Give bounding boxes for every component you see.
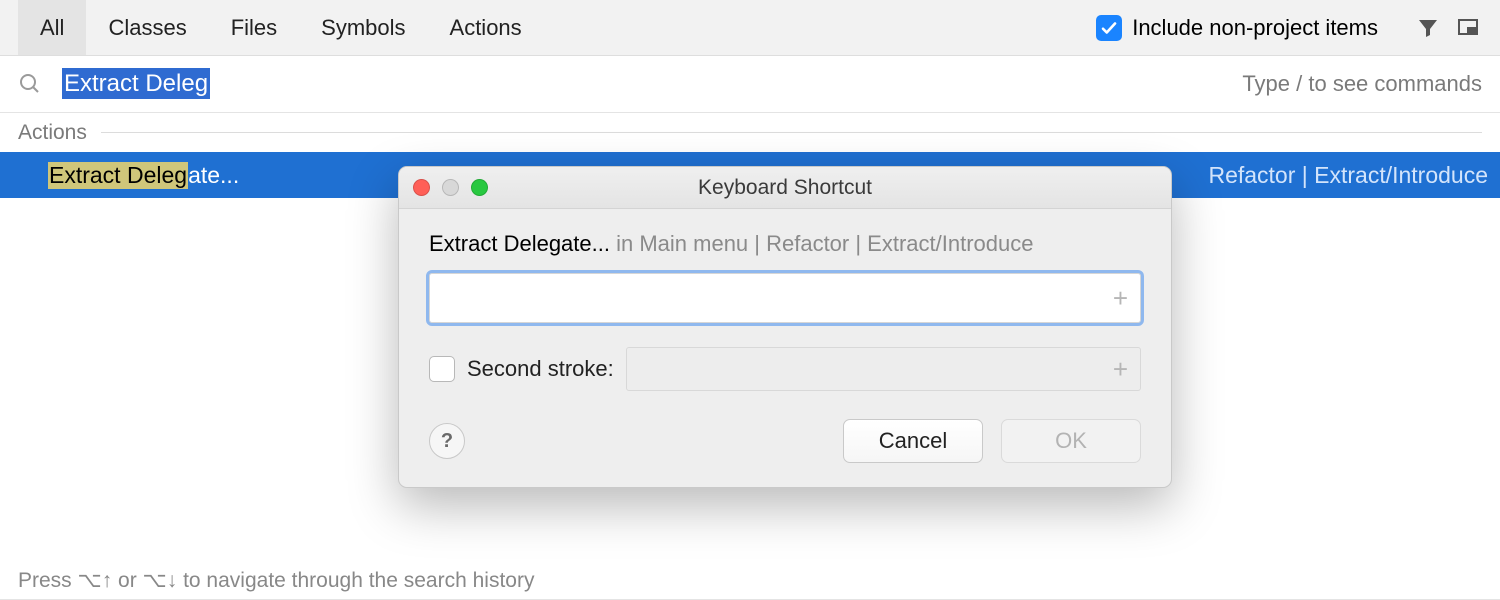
plus-icon: + [1113, 354, 1128, 385]
cancel-button[interactable]: Cancel [843, 419, 983, 463]
checkbox-checked-icon [1096, 15, 1122, 41]
section-header-actions: Actions [0, 112, 1500, 152]
filter-icon[interactable] [1414, 14, 1442, 42]
second-stroke-checkbox[interactable] [429, 356, 455, 382]
first-stroke-input[interactable]: + [429, 273, 1141, 323]
help-button[interactable]: ? [429, 423, 465, 459]
footer-hint: Press ⌥↑ or ⌥↓ to navigate through the s… [18, 568, 534, 593]
include-non-project-toggle[interactable]: Include non-project items [1096, 15, 1378, 41]
dialog-titlebar[interactable]: Keyboard Shortcut [399, 167, 1171, 209]
dialog-action-name: Extract Delegate... [429, 231, 610, 256]
search-tabs: All Classes Files Symbols Actions Includ… [0, 0, 1500, 56]
section-title: Actions [18, 121, 87, 145]
pin-window-icon[interactable] [1454, 14, 1482, 42]
include-non-project-label: Include non-project items [1132, 15, 1378, 41]
search-icon [18, 72, 46, 96]
search-row: Extract Deleg Type / to see commands [0, 56, 1500, 112]
search-hint: Type / to see commands [1242, 71, 1482, 97]
tab-classes[interactable]: Classes [86, 0, 208, 55]
ok-button: OK [1001, 419, 1141, 463]
search-query-text: Extract Deleg [62, 68, 210, 99]
divider [101, 132, 1482, 133]
result-path: Refactor | Extract/Introduce [1208, 162, 1488, 189]
result-match-highlight: Extract Deleg [48, 162, 188, 189]
tab-all[interactable]: All [18, 0, 86, 55]
search-input[interactable]: Extract Deleg [62, 70, 210, 98]
tab-symbols[interactable]: Symbols [299, 0, 427, 55]
tab-actions[interactable]: Actions [428, 0, 544, 55]
result-match-rest: ate... [188, 162, 239, 189]
second-stroke-input: + [626, 347, 1141, 391]
tab-files[interactable]: Files [209, 0, 299, 55]
keyboard-shortcut-dialog: Keyboard Shortcut Extract Delegate... in… [398, 166, 1172, 488]
dialog-action-line: Extract Delegate... in Main menu | Refac… [429, 231, 1141, 257]
dialog-title: Keyboard Shortcut [399, 176, 1171, 200]
second-stroke-label: Second stroke: [467, 356, 614, 382]
dialog-action-context: in Main menu | Refactor | Extract/Introd… [610, 231, 1034, 256]
plus-icon[interactable]: + [1113, 283, 1128, 314]
